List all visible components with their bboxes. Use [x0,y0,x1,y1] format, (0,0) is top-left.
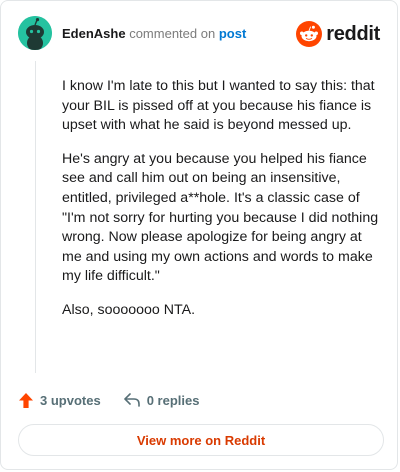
snoo-avatar-icon [18,16,52,50]
reddit-logo[interactable]: reddit [296,20,380,48]
comment-paragraph: I know I'm late to this but I wanted to … [62,78,375,134]
upvote-arrow-icon [19,392,33,408]
comment-actions: 3 upvotes 0 replies [18,390,199,410]
comment-meta: EdenAshe commented on post [62,26,246,42]
reply-count: 0 replies [146,392,200,408]
comment-paragraph: Also, sooooooo NTA. [62,301,196,318]
comment-header: EdenAshe commented on post reddit [18,16,380,52]
replies-button[interactable]: 0 replies [123,392,200,408]
comment-paragraph: He's angry at you because you helped his… [62,150,379,285]
reply-arrow-icon [123,393,140,407]
reddit-wordmark: reddit [326,22,380,45]
upvote-count: 3 upvotes [40,392,101,408]
upvote-button[interactable]: 3 upvotes [18,392,101,409]
commented-on-text: commented on [129,26,216,41]
comment-body: I know I'm late to this but I wanted to … [62,77,382,335]
author-name[interactable]: EdenAshe [62,26,126,41]
view-more-button[interactable]: View more on Reddit [18,424,384,456]
thread-line[interactable] [35,61,36,373]
reddit-snoo-icon [296,21,323,47]
post-link[interactable]: post [219,26,246,41]
user-avatar[interactable] [18,16,52,50]
embedded-comment-card: EdenAshe commented on post reddit I know… [0,0,398,470]
